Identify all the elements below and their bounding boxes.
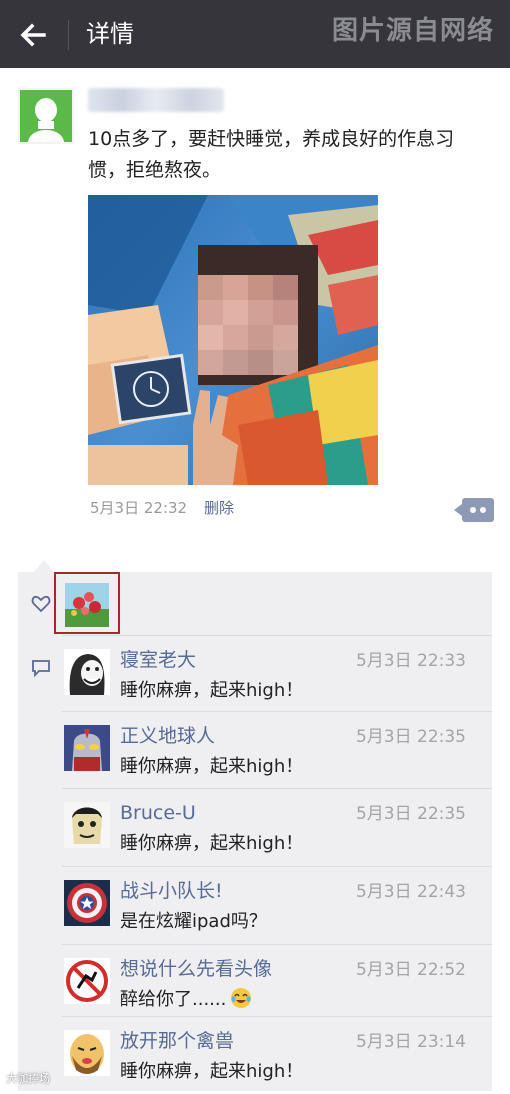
commenter-avatar[interactable] xyxy=(64,1030,110,1076)
commenter-name[interactable]: 放开那个禽兽 xyxy=(120,1027,234,1055)
cartoon-face-avatar xyxy=(64,802,110,848)
reactions-pointer xyxy=(34,560,54,572)
author-avatar[interactable] xyxy=(18,88,74,144)
back-button[interactable] xyxy=(14,14,56,56)
comment-time: 5月3日 22:33 xyxy=(355,651,466,671)
comment-time: 5月3日 22:35 xyxy=(355,727,466,747)
comment-item[interactable]: 放开那个禽兽 5月3日 23:14 睡你麻痹，起来high！ xyxy=(62,1016,492,1094)
liker-avatar[interactable] xyxy=(65,583,109,627)
no-sign-avatar xyxy=(64,958,110,1004)
comment-item[interactable]: 正义地球人 5月3日 22:35 睡你麻痹，起来high！ xyxy=(62,711,492,789)
comment-separator xyxy=(62,788,492,789)
comment-time: 5月3日 22:43 xyxy=(355,882,466,902)
commenter-name[interactable]: 正义地球人 xyxy=(120,722,215,750)
comment-separator xyxy=(62,711,492,712)
commenter-avatar[interactable] xyxy=(64,725,110,771)
comment-dot-icon xyxy=(480,507,486,513)
comment-separator xyxy=(62,1016,492,1017)
comment-time: 5月3日 22:52 xyxy=(355,960,466,980)
crying-laughing-emoji-icon xyxy=(230,987,252,1009)
likes-row xyxy=(18,572,492,634)
selfie-photo xyxy=(88,195,378,485)
flower-avatar xyxy=(65,583,109,627)
comment-separator xyxy=(62,866,492,867)
comment-time: 5月3日 23:14 xyxy=(355,1032,466,1052)
comment-text: 睡你麻痹，起来high！ xyxy=(120,680,304,701)
comment-item[interactable]: 寝室老大 5月3日 22:33 睡你麻痹，起来high！ xyxy=(62,635,492,713)
comment-separator xyxy=(62,944,492,945)
header-divider xyxy=(68,20,69,50)
captain-shield-avatar xyxy=(64,880,110,926)
comment-text: 是在炫耀ipad吗？ xyxy=(120,911,267,932)
commenter-avatar[interactable] xyxy=(64,958,110,1004)
delete-link[interactable]: 删除 xyxy=(204,497,234,518)
comment-text: 睡你麻痹，起来high！ xyxy=(120,756,304,777)
post-photo[interactable] xyxy=(88,195,378,485)
comment-text-content: 醉给你了...... xyxy=(120,989,227,1010)
comment-dot-icon xyxy=(470,507,476,513)
author-name-pixelated[interactable] xyxy=(88,88,224,112)
corner-watermark: 大咖捧场 xyxy=(6,1072,50,1085)
comment-time: 5月3日 22:35 xyxy=(355,804,466,824)
comment-text: 睡你麻痹，起来high！ xyxy=(120,1061,304,1082)
top-bar: 详情 图片源自网络 xyxy=(0,0,510,68)
comment-item[interactable]: 想说什么先看头像 5月3日 22:52 醉给你了...... xyxy=(62,944,492,1022)
post-timestamp: 5月3日 22:32 xyxy=(90,499,188,517)
heart-icon xyxy=(31,595,51,613)
source-watermark: 图片源自网络 xyxy=(331,16,494,46)
commenter-avatar[interactable] xyxy=(64,880,110,926)
liker-highlight-box xyxy=(54,572,120,634)
commenter-name[interactable]: 战斗小队长! xyxy=(120,877,223,905)
post-text: 10点多了，要赶快睡觉，养成良好的作息习惯，拒绝熬夜。 xyxy=(88,128,455,181)
bearded-face-avatar xyxy=(64,1030,110,1076)
comment-item[interactable]: Bruce-U 5月3日 22:35 睡你麻痹，起来high！ xyxy=(62,788,492,866)
comment-item[interactable]: 战斗小队长! 5月3日 22:43 是在炫耀ipad吗？ xyxy=(62,866,492,944)
comment-text: 醉给你了...... xyxy=(120,986,252,1014)
rage-face-avatar xyxy=(64,649,110,695)
commenter-name[interactable]: 想说什么先看头像 xyxy=(120,955,272,983)
commenter-name[interactable]: 寝室老大 xyxy=(120,646,196,674)
reactions-panel: 寝室老大 5月3日 22:33 睡你麻痹，起来high！ 正义地球人 5月3日 … xyxy=(18,572,492,1091)
page-title: 详情 xyxy=(86,20,134,48)
default-avatar-icon xyxy=(20,90,72,142)
comment-bubble-icon xyxy=(32,660,50,677)
commenter-name[interactable]: Bruce-U xyxy=(120,799,196,827)
commenter-avatar[interactable] xyxy=(64,802,110,848)
comment-separator xyxy=(62,635,492,636)
back-arrow-icon xyxy=(20,23,46,47)
commenter-avatar[interactable] xyxy=(64,649,110,695)
comment-text: 睡你麻痹，起来high！ xyxy=(120,833,304,854)
comment-button[interactable] xyxy=(454,498,494,522)
ultraman-avatar xyxy=(64,725,110,771)
